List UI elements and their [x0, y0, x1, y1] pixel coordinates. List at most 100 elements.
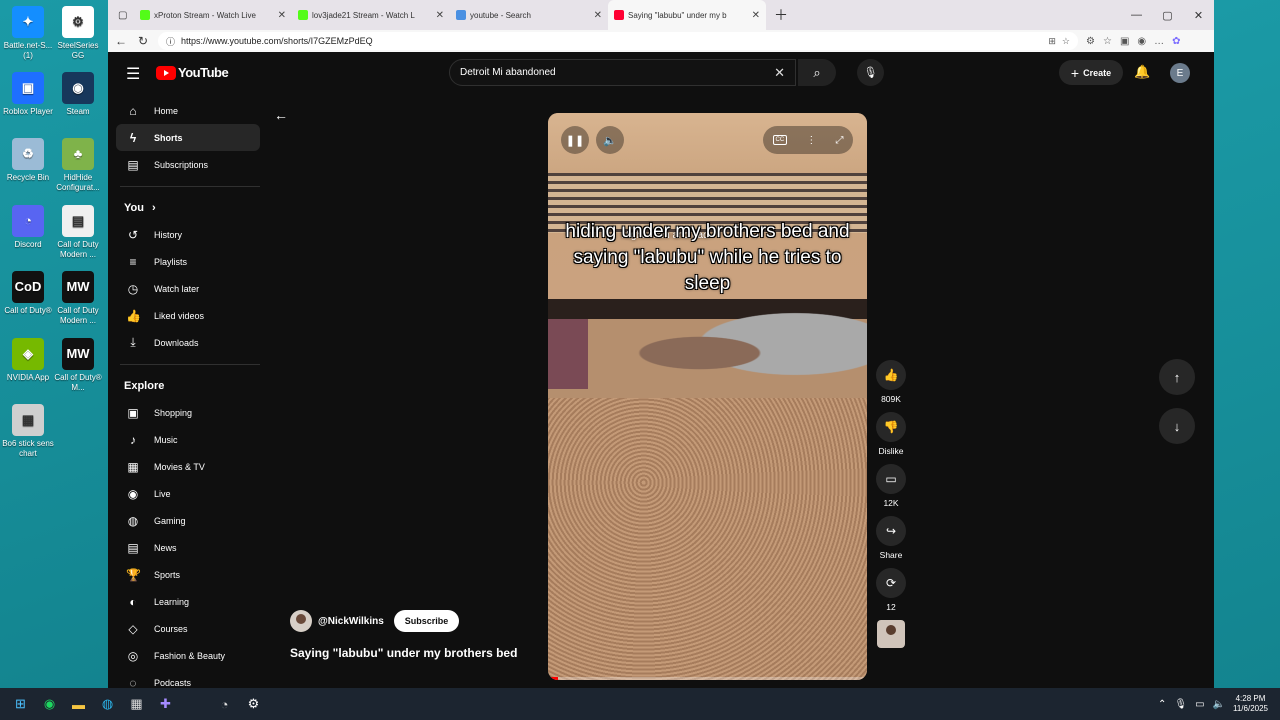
sidebar-item-home[interactable]: ⌂ Home	[116, 97, 260, 124]
volume-button[interactable]: 🔈	[596, 126, 624, 154]
maximize-button[interactable]: ▢	[1152, 0, 1183, 30]
create-button[interactable]: + Create	[1059, 60, 1123, 85]
sidebar-item-news[interactable]: ▤ News	[116, 534, 260, 561]
back-arrow-icon[interactable]: ←	[274, 107, 288, 123]
sidebar-item-fashion-beauty[interactable]: ◎ Fashion & Beauty	[116, 642, 260, 669]
controller-icon[interactable]: ✚	[151, 690, 180, 719]
notifications-bell-icon[interactable]: 🔔	[1134, 64, 1150, 80]
account-avatar[interactable]: E	[1170, 63, 1190, 83]
browser-tab[interactable]: xProton Stream - Watch Live ✕	[134, 0, 292, 30]
app-status-icon[interactable]: ◔	[210, 690, 239, 719]
desktop-icon[interactable]: ♣ HidHide Configurat...	[52, 138, 104, 193]
fullscreen-icon[interactable]: ⤢	[835, 135, 843, 146]
file-explorer-icon[interactable]: ▬	[64, 690, 93, 719]
favorites-icon[interactable]: ☆	[1103, 36, 1112, 47]
tray-volume-icon[interactable]: 🔈	[1213, 699, 1225, 710]
shorts-video-player[interactable]: ❚❚ 🔈 CC ⋮ ⤢ Night mom and dad hiding und…	[548, 113, 867, 680]
captions-icon[interactable]: CC	[772, 135, 788, 145]
site-info-icon[interactable]: ⓘ	[166, 35, 175, 48]
media-app-icon[interactable]: ▦	[122, 690, 151, 719]
sound-thumbnail[interactable]	[877, 620, 905, 648]
copilot-icon[interactable]: ✿	[1172, 36, 1180, 47]
spotify-icon[interactable]: ◉	[35, 690, 64, 719]
extensions-icon[interactable]: ⚙	[1086, 36, 1095, 47]
desktop-icon[interactable]: ◔ Discord	[2, 205, 54, 250]
remix-action[interactable]: ⟳ 12	[874, 568, 908, 612]
sidebar-item-sports[interactable]: 🏆 Sports	[116, 561, 260, 588]
search-button[interactable]: ⌕	[798, 59, 836, 86]
profile-icon[interactable]: ◉	[1137, 36, 1146, 47]
tab-close-icon[interactable]: ✕	[436, 10, 444, 21]
collections-icon[interactable]: ▣	[1120, 36, 1129, 47]
browser-tab[interactable]: Saying "labubu" under my b ✕	[608, 0, 766, 30]
tray-mic-icon[interactable]: 🎙	[1174, 699, 1187, 710]
sidebar-item-subscriptions[interactable]: ▤ Subscriptions	[116, 151, 260, 178]
browser-tab[interactable]: youtube - Search ✕	[450, 0, 608, 30]
start-button[interactable]: ⊞	[6, 690, 35, 719]
favorite-star-icon[interactable]: ☆	[1062, 36, 1070, 47]
tray-network-icon[interactable]: ▭	[1195, 699, 1204, 710]
sidebar-item-courses[interactable]: ◇ Courses	[116, 615, 260, 642]
clock[interactable]: 4:28 PM 11/6/2025	[1233, 694, 1268, 714]
sidebar-item-liked-videos[interactable]: 👍 Liked videos	[116, 302, 260, 329]
more-menu-icon[interactable]: …	[1154, 36, 1164, 47]
back-icon[interactable]: ←	[114, 34, 128, 48]
sidebar-item-watch-later[interactable]: ◷ Watch later	[116, 275, 260, 302]
comments-action[interactable]: ▭ 12K	[874, 464, 908, 508]
like-action[interactable]: 👍 809K	[874, 360, 908, 404]
search-input[interactable]	[460, 67, 775, 78]
app-available-icon[interactable]: ⊞	[1048, 36, 1056, 47]
sidebar-item-history[interactable]: ↺ History	[116, 221, 260, 248]
channel-name[interactable]: @NickWilkins	[318, 616, 384, 627]
pause-button[interactable]: ❚❚	[561, 126, 589, 154]
minimize-button[interactable]: —	[1121, 0, 1152, 30]
next-short-button[interactable]: ↓	[1159, 408, 1195, 444]
sidebar-item-live[interactable]: ◉ Live	[116, 480, 260, 507]
desktop-icon[interactable]: ▤ Call of Duty Modern ...	[52, 205, 104, 260]
voice-search-button[interactable]: 🎙	[857, 59, 884, 86]
previous-short-button[interactable]: ↑	[1159, 359, 1195, 395]
sidebar-item-movies-tv[interactable]: ▦ Movies & TV	[116, 453, 260, 480]
more-options-icon[interactable]: ⋮	[806, 135, 816, 146]
sidebar-item-learning[interactable]: ◐ Learning	[116, 588, 260, 615]
dislike-action[interactable]: 👎 Dislike	[874, 412, 908, 456]
desktop-icon[interactable]: CoD Call of Duty®	[2, 271, 54, 316]
new-tab-button[interactable]: ＋	[774, 5, 788, 25]
sidebar-item-playlists[interactable]: ≡ Playlists	[116, 248, 260, 275]
sidebar-section-heading[interactable]: You ›	[116, 195, 260, 221]
desktop-icon[interactable]: MW Call of Duty® M...	[52, 338, 104, 393]
sidebar-toggle-icon[interactable]: ▢	[112, 0, 134, 30]
desktop-icon[interactable]: ⚙ SteelSeries GG	[52, 6, 104, 61]
share-action[interactable]: ↪ Share	[874, 516, 908, 560]
youtube-logo[interactable]: YouTube	[156, 65, 229, 80]
desktop-icon[interactable]: MW Call of Duty Modern ...	[52, 271, 104, 326]
desktop-icon[interactable]: ◉ Steam	[52, 72, 104, 117]
desktop-icon[interactable]: ✦ Battle.net-S... (1)	[2, 6, 54, 61]
close-window-button[interactable]: ✕	[1183, 0, 1214, 30]
video-progress-bar[interactable]	[548, 677, 867, 680]
tab-close-icon[interactable]: ✕	[594, 10, 602, 21]
tray-chevron-icon[interactable]: ⌃	[1158, 699, 1166, 710]
sidebar-item-shopping[interactable]: ▣ Shopping	[116, 399, 260, 426]
tab-close-icon[interactable]: ✕	[752, 10, 760, 21]
desktop-icon[interactable]: ◈ NVIDIA App	[2, 338, 54, 383]
sidebar-item-gaming[interactable]: ◍ Gaming	[116, 507, 260, 534]
desktop-icon-label: Recycle Bin	[6, 173, 50, 182]
desktop-icon[interactable]: ♻ Recycle Bin	[2, 138, 54, 183]
steelseries-taskbar-icon[interactable]: ⚙	[239, 690, 268, 719]
edge-icon[interactable]: ◍	[93, 690, 122, 719]
tab-close-icon[interactable]: ✕	[278, 10, 286, 21]
like-icon: 👍	[876, 360, 906, 390]
sidebar-item-downloads[interactable]: ⤓ Downloads	[116, 329, 260, 356]
channel-avatar[interactable]	[290, 610, 312, 632]
sidebar-item-music[interactable]: ♪ Music	[116, 426, 260, 453]
sidebar-item-shorts[interactable]: ϟ Shorts	[116, 124, 260, 151]
desktop-icon[interactable]: ▦ Bo6 stick sens chart	[2, 404, 54, 459]
refresh-icon[interactable]: ↻	[136, 34, 150, 48]
subscribe-button[interactable]: Subscribe	[393, 610, 460, 632]
browser-tab[interactable]: lov3jade21 Stream - Watch L ✕	[292, 0, 450, 30]
url-field[interactable]: ⓘ https://www.youtube.com/shorts/I7GZEMz…	[158, 32, 1078, 50]
clear-search-icon[interactable]: ✕	[774, 65, 785, 81]
menu-icon[interactable]: ☰	[126, 64, 140, 84]
desktop-icon[interactable]: ▣ Roblox Player	[2, 72, 54, 117]
